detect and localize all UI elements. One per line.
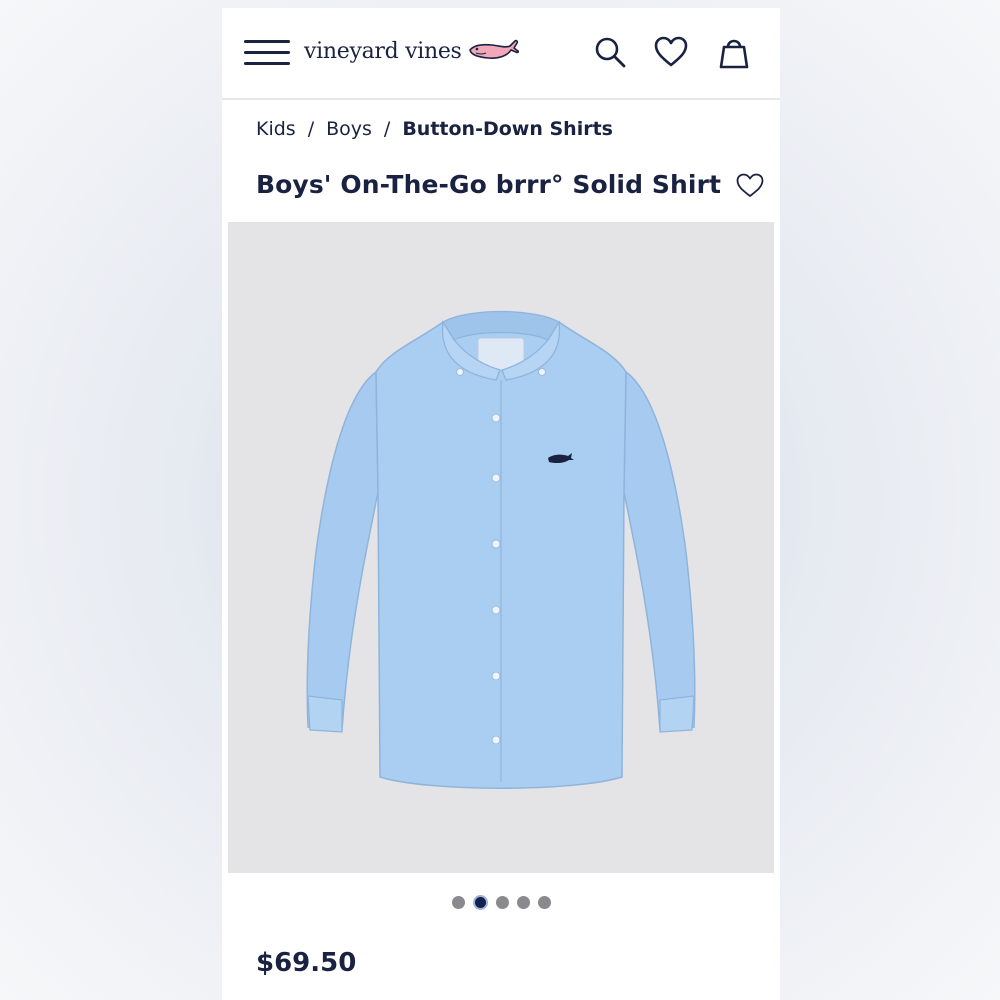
breadcrumb-separator: / [307, 118, 315, 140]
app-screen: vineyard vines Kids / Boys / Button-Down… [222, 8, 780, 1000]
menu-icon[interactable] [244, 38, 290, 68]
site-header: vineyard vines [222, 8, 780, 100]
carousel-dot-active[interactable] [472, 895, 488, 910]
breadcrumb-separator: / [383, 118, 391, 140]
breadcrumb-button-down-shirts[interactable]: Button-Down Shirts [402, 118, 613, 140]
heart-icon[interactable] [653, 34, 689, 70]
shopping-bag-icon[interactable] [716, 34, 752, 70]
breadcrumb-kids[interactable]: Kids [256, 118, 296, 140]
carousel-dot[interactable] [516, 896, 530, 909]
breadcrumb-boys[interactable]: Boys [326, 118, 372, 140]
whale-logo-icon [468, 39, 519, 59]
wishlist-heart-icon[interactable] [735, 171, 765, 199]
product-title: Boys' On-The-Go brrr° Solid Shirt [256, 170, 722, 199]
carousel-dot[interactable] [451, 896, 465, 909]
product-image[interactable] [228, 222, 774, 873]
shirt-illustration [306, 310, 696, 789]
search-icon[interactable] [592, 34, 628, 70]
breadcrumb: Kids / Boys / Button-Down Shirts [256, 118, 613, 140]
product-price: $69.50 [256, 948, 357, 978]
carousel-dot[interactable] [537, 896, 551, 909]
carousel-dot[interactable] [495, 896, 509, 909]
logo-text: vineyard vines [304, 38, 462, 64]
site-logo[interactable]: vineyard vines [304, 34, 520, 68]
product-title-row: Boys' On-The-Go brrr° Solid Shirt [256, 170, 765, 199]
image-carousel-dots [222, 895, 780, 910]
